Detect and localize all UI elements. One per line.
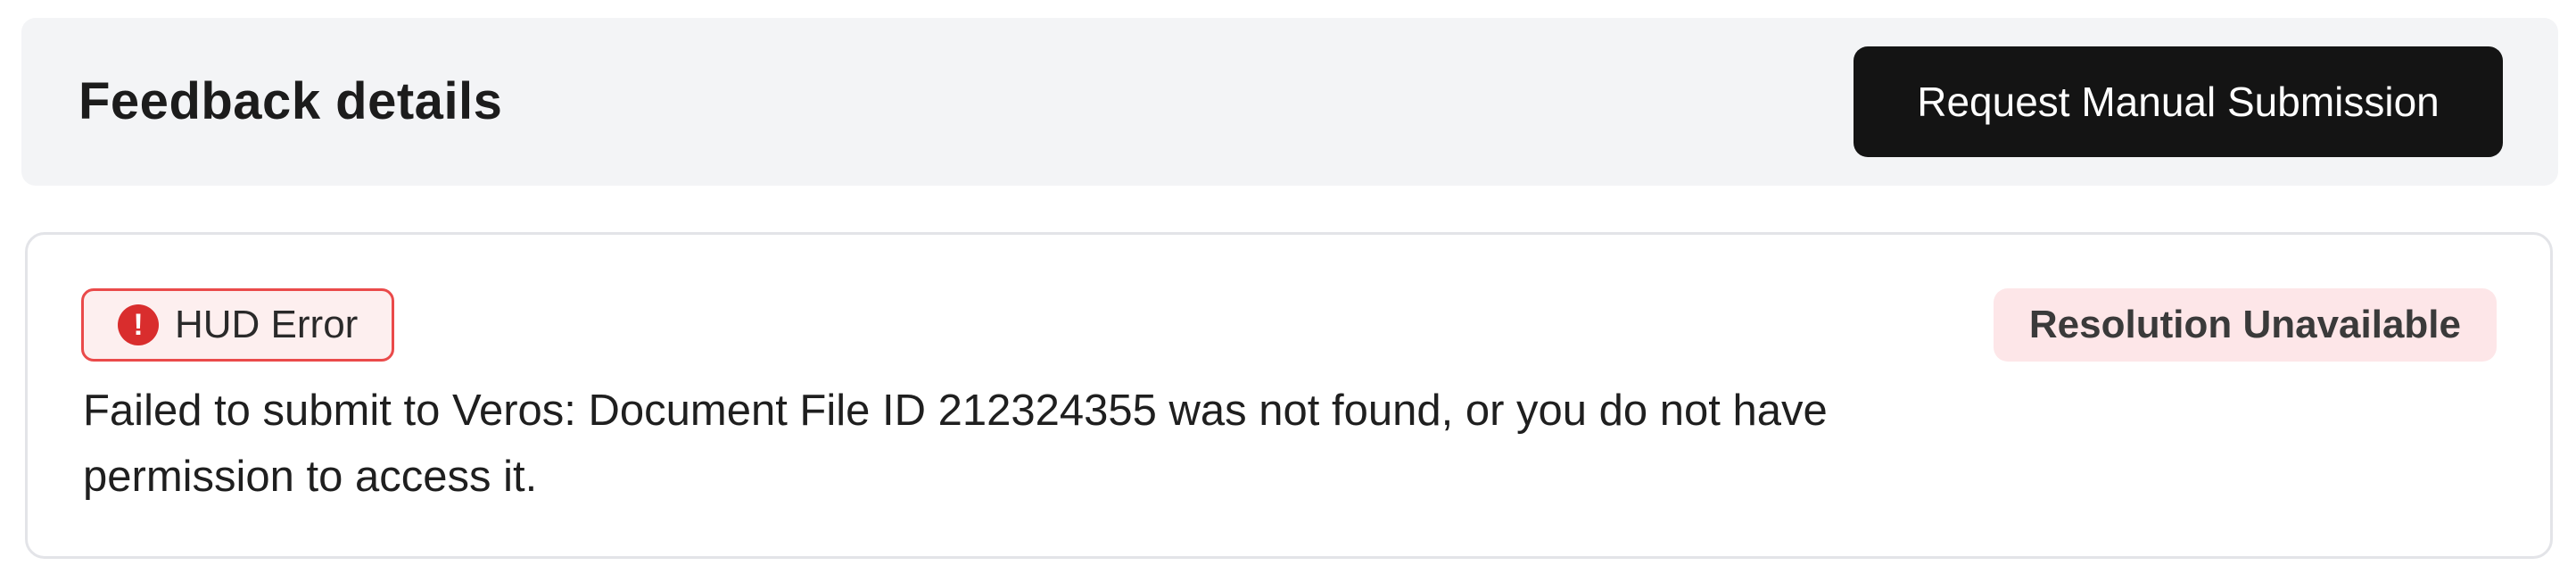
error-message: Failed to submit to Veros: Document File… xyxy=(83,387,1828,501)
feedback-header: Feedback details Request Manual Submissi… xyxy=(21,18,2558,186)
feedback-card: ! HUD Error Resolution Unavailable Faile… xyxy=(25,232,2553,559)
error-badge-label: HUD Error xyxy=(175,303,359,346)
resolution-status-label: Resolution Unavailable xyxy=(2028,303,2461,346)
exclamation-circle-icon: ! xyxy=(118,304,159,345)
resolution-status-badge: Resolution Unavailable xyxy=(1993,288,2497,362)
page-title: Feedback details xyxy=(78,72,503,130)
feedback-page: Feedback details Request Manual Submissi… xyxy=(0,0,2576,574)
request-manual-submission-button[interactable]: Request Manual Submission xyxy=(1854,46,2503,157)
hud-error-badge: ! HUD Error xyxy=(81,288,395,362)
